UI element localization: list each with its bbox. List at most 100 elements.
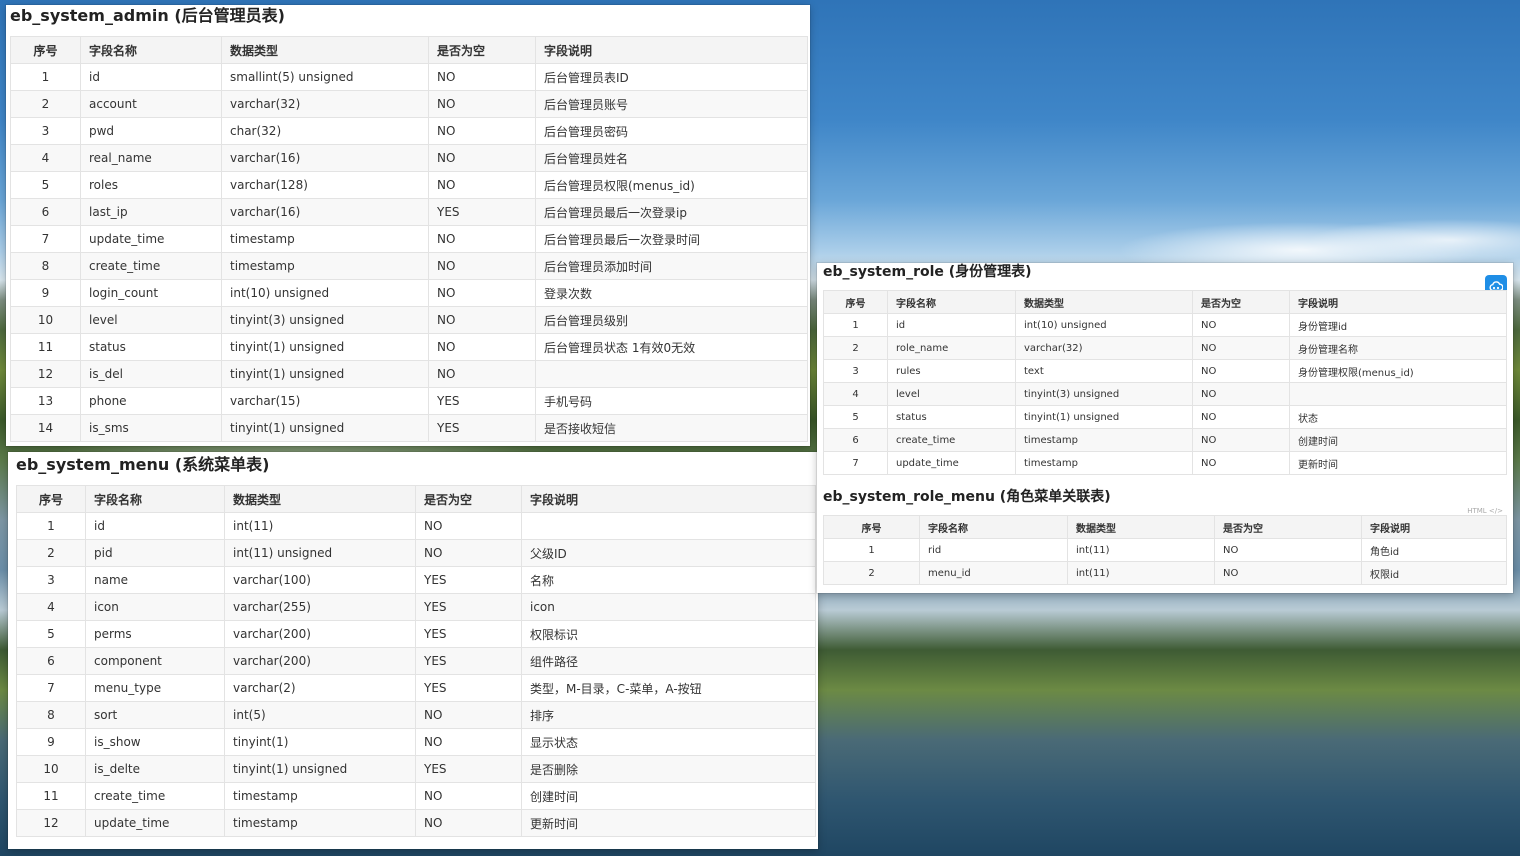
column-header: 序号 xyxy=(10,36,81,64)
table-cell: 2 xyxy=(823,561,920,585)
table-cell: 3 xyxy=(10,117,81,145)
column-header: 字段说明 xyxy=(535,36,808,64)
table-cell: 身份管理权限(menus_id) xyxy=(1289,359,1507,383)
table-cell: 8 xyxy=(16,701,86,729)
table-row: 3 name varchar(100) YES 名称 xyxy=(16,566,816,594)
table-cell: role_name xyxy=(887,336,1016,360)
admin-table: 序号 字段名称 数据类型 是否为空 字段说明 1 id smallint(5) unsign… xyxy=(10,36,808,442)
table-cell: 8 xyxy=(10,252,81,280)
table-cell: YES xyxy=(415,566,522,594)
table-cell: int(11) xyxy=(1067,561,1215,585)
table-cell: NO xyxy=(1192,313,1290,337)
table-cell: update_time xyxy=(887,451,1016,475)
table-cell: NO xyxy=(1192,359,1290,383)
table-cell: NO xyxy=(415,512,522,540)
role-menu-table: 序号 字段名称 数据类型 是否为空 字段说明 1 rid int(11) NO 角色id 2 men… xyxy=(823,515,1507,585)
table-cell: 名称 xyxy=(521,566,816,594)
table-cell: varchar(128) xyxy=(221,171,429,199)
table-cell: 10 xyxy=(16,755,86,783)
column-header: 序号 xyxy=(823,290,888,314)
table-row: 7 menu_type varchar(2) YES 类型，M-目录，C-菜单，A-按钮 xyxy=(16,674,816,702)
table-cell: 手机号码 xyxy=(535,387,808,415)
table-cell: 5 xyxy=(16,620,86,648)
role-table: 序号 字段名称 数据类型 是否为空 字段说明 1 id int(10) unsigned NO… xyxy=(823,290,1507,475)
table-cell: NO xyxy=(415,701,522,729)
table-cell: menu_type xyxy=(85,674,225,702)
column-header: 是否为空 xyxy=(1214,515,1362,539)
table-cell: YES xyxy=(428,198,536,226)
table-row: 5 status tinyint(1) unsigned NO 状态 xyxy=(823,405,1507,429)
table-cell: 4 xyxy=(10,144,81,172)
table-row: 11 status tinyint(1) unsigned NO 后台管理员状态 1有效… xyxy=(10,333,808,361)
table-row: 6 last_ip varchar(16) YES 后台管理员最后一次登录ip xyxy=(10,198,808,226)
table-cell: 角色id xyxy=(1361,538,1507,562)
table-cell: 10 xyxy=(10,306,81,334)
table-row: 6 create_time timestamp NO 创建时间 xyxy=(823,428,1507,452)
table-row: 14 is_sms tinyint(1) unsigned YES 是否接收短信 xyxy=(10,414,808,442)
table-cell: create_time xyxy=(80,252,222,280)
table-row: 9 login_count int(10) unsigned NO 登录次数 xyxy=(10,279,808,307)
table-row: 12 update_time timestamp NO 更新时间 xyxy=(16,809,816,837)
column-header: 字段说明 xyxy=(521,485,816,513)
table-cell: 后台管理员姓名 xyxy=(535,144,808,172)
table-cell: pwd xyxy=(80,117,222,145)
table-row: 12 is_del tinyint(1) unsigned NO xyxy=(10,360,808,388)
table-cell: 显示状态 xyxy=(521,728,816,756)
table-cell: 1 xyxy=(16,512,86,540)
table-cell: rid xyxy=(919,538,1068,562)
table-cell xyxy=(1289,382,1507,406)
table-cell: NO xyxy=(428,63,536,91)
column-header: 序号 xyxy=(16,485,86,513)
html-view-link[interactable]: HTML </> xyxy=(1467,507,1503,515)
table-cell: 后台管理员级别 xyxy=(535,306,808,334)
column-header: 字段说明 xyxy=(1361,515,1507,539)
table-cell: varchar(200) xyxy=(224,620,416,648)
table-cell: YES xyxy=(415,755,522,783)
table-cell: 12 xyxy=(10,360,81,388)
table-cell: YES xyxy=(428,387,536,415)
table-row: 1 rid int(11) NO 角色id xyxy=(823,538,1507,562)
table-cell: 状态 xyxy=(1289,405,1507,429)
table-cell: 1 xyxy=(10,63,81,91)
table-cell: roles xyxy=(80,171,222,199)
column-header: 数据类型 xyxy=(221,36,429,64)
table-cell: NO xyxy=(1192,428,1290,452)
table-cell: 组件路径 xyxy=(521,647,816,675)
table-cell: 1 xyxy=(823,538,920,562)
table-cell xyxy=(535,360,808,388)
table-cell: 后台管理员最后一次登录ip xyxy=(535,198,808,226)
table-cell: phone xyxy=(80,387,222,415)
table-cell: 3 xyxy=(823,359,888,383)
column-header: 序号 xyxy=(823,515,920,539)
table-cell: menu_id xyxy=(919,561,1068,585)
role-tables-window: eb_system_role (身份管理表) 序号 字段名称 数据类型 是否为空 字段说… xyxy=(817,263,1513,593)
table-cell: is_show xyxy=(85,728,225,756)
column-header: 数据类型 xyxy=(1015,290,1193,314)
table-cell: NO xyxy=(1214,561,1362,585)
table-cell: varchar(16) xyxy=(221,144,429,172)
table-cell: YES xyxy=(415,593,522,621)
table-cell: 后台管理员表ID xyxy=(535,63,808,91)
table-cell: 2 xyxy=(16,539,86,567)
table-cell: is_sms xyxy=(80,414,222,442)
table-cell: 12 xyxy=(16,809,86,837)
table-cell: 排序 xyxy=(521,701,816,729)
table-cell: 后台管理员账号 xyxy=(535,90,808,118)
table-row: 10 is_delte tinyint(1) unsigned YES 是否删除 xyxy=(16,755,816,783)
table-cell: 9 xyxy=(10,279,81,307)
column-header: 字段名称 xyxy=(85,485,225,513)
table-cell: 创建时间 xyxy=(521,782,816,810)
table-cell: 2 xyxy=(823,336,888,360)
table-cell: smallint(5) unsigned xyxy=(221,63,429,91)
table-cell: YES xyxy=(415,647,522,675)
table-cell: tinyint(3) unsigned xyxy=(221,306,429,334)
table-row: 10 level tinyint(3) unsigned NO 后台管理员级别 xyxy=(10,306,808,334)
table-cell: NO xyxy=(428,90,536,118)
table-cell: 1 xyxy=(823,313,888,337)
table-cell xyxy=(521,512,816,540)
column-header: 字段名称 xyxy=(919,515,1068,539)
table-cell: 后台管理员权限(menus_id) xyxy=(535,171,808,199)
table-row: 4 level tinyint(3) unsigned NO xyxy=(823,382,1507,406)
table-cell: 后台管理员最后一次登录时间 xyxy=(535,225,808,253)
table-cell: 身份管理名称 xyxy=(1289,336,1507,360)
